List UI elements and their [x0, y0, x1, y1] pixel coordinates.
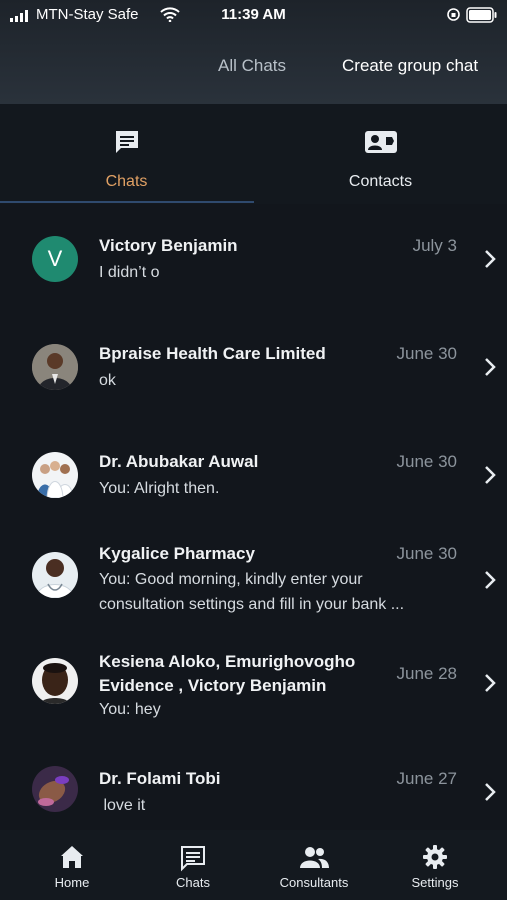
all-chats-link[interactable]: All Chats [218, 56, 286, 76]
chat-preview: You: hey [99, 701, 161, 718]
chevron-right-icon [485, 674, 496, 692]
chat-preview: love it [99, 797, 146, 814]
nav-settings[interactable]: Settings [385, 830, 485, 900]
chat-row[interactable]: Bpraise Health Care Limited June 30 ok [0, 312, 507, 420]
chat-name: Bpraise Health Care Limited [99, 344, 326, 363]
home-icon [61, 846, 83, 868]
chat-date: June 30 [396, 344, 458, 363]
chat-preview: You: Alright then. [99, 480, 220, 497]
chat-name: Dr. Folami Tobi [99, 769, 221, 788]
avatar [32, 552, 78, 598]
chat-row[interactable]: Kesiena Aloko, Emurighovogho Evidence , … [0, 628, 507, 742]
doctors-photo-icon [32, 452, 78, 498]
chat-date: June 27 [396, 769, 458, 788]
chat-icon [181, 846, 205, 872]
chevron-right-icon [485, 250, 496, 268]
chat-date: July 3 [412, 236, 457, 255]
chat-row[interactable]: V Victory Benjamin July 3 I didn’t o [0, 204, 507, 312]
chevron-right-icon [485, 783, 496, 801]
clock: 11:39 AM [221, 6, 286, 23]
nav-chats-label: Chats [176, 875, 210, 890]
avatar [32, 658, 78, 704]
nav-home[interactable]: Home [22, 830, 122, 900]
contact-card-icon [364, 131, 397, 153]
battery-icon [466, 7, 497, 23]
chat-name: Victory Benjamin [99, 236, 238, 255]
chat-name: Kesiena Aloko, Emurighovogho [99, 652, 356, 671]
create-group-chat-button[interactable]: Create group chat [342, 56, 478, 76]
chat-preview: You: Good morning, kindly enter your [99, 571, 363, 588]
chat-row[interactable]: Kygalice Pharmacy June 30 You: Good morn… [0, 518, 507, 628]
chat-name: Evidence , Victory Benjamin [99, 676, 327, 695]
rotation-lock-icon [447, 8, 460, 21]
chat-icon [115, 131, 138, 153]
nav-consultants-label: Consultants [279, 875, 349, 890]
nav-consultants[interactable]: Consultants [264, 830, 364, 900]
chat-name: Kygalice Pharmacy [99, 544, 255, 563]
nav-home-label: Home [54, 875, 90, 890]
avatar: V [32, 236, 78, 282]
chat-name: Dr. Abubakar Auwal [99, 452, 259, 471]
chat-preview: I didn’t o [99, 264, 160, 281]
chat-row[interactable]: Dr. Abubakar Auwal June 30 You: Alright … [0, 420, 507, 518]
gear-icon [423, 845, 447, 869]
chevron-right-icon [485, 358, 496, 376]
active-tab-indicator [0, 201, 254, 203]
chat-list: V Victory Benjamin July 3 I didn’t o Bpr… [0, 204, 507, 830]
nav-chats[interactable]: Chats [143, 830, 243, 900]
avatar [32, 452, 78, 498]
chat-preview: consultation settings and fill in your b… [99, 596, 405, 613]
chevron-right-icon [485, 466, 496, 484]
chevron-right-icon [485, 571, 496, 589]
tab-chats[interactable]: Chats [0, 104, 253, 202]
chat-date: June 30 [396, 452, 458, 471]
chat-preview: ok [99, 372, 116, 389]
tab-contacts-label: Contacts [348, 173, 413, 190]
chat-date: June 28 [396, 664, 458, 683]
person-photo-icon [32, 344, 78, 390]
people-icon [300, 847, 329, 868]
avatar [32, 766, 78, 812]
tab-chats-label: Chats [105, 173, 148, 190]
tab-contacts[interactable]: Contacts [254, 104, 507, 202]
nav-settings-label: Settings [411, 875, 459, 890]
bottom-nav: Home Chats Consultants Settings [0, 830, 507, 900]
person-photo-icon [32, 658, 78, 704]
chat-date: June 30 [396, 544, 458, 563]
tab-bar: Chats Contacts [0, 104, 507, 204]
status-bar: MTN-Stay Safe 11:39 AM [0, 0, 507, 30]
pharmacist-photo-icon [32, 552, 78, 598]
top-bar: MTN-Stay Safe 11:39 AM All Chats Create … [0, 0, 507, 104]
hand-photo-icon [32, 766, 78, 812]
chat-row[interactable]: Dr. Folami Tobi June 27 love it [0, 742, 507, 830]
avatar [32, 344, 78, 390]
